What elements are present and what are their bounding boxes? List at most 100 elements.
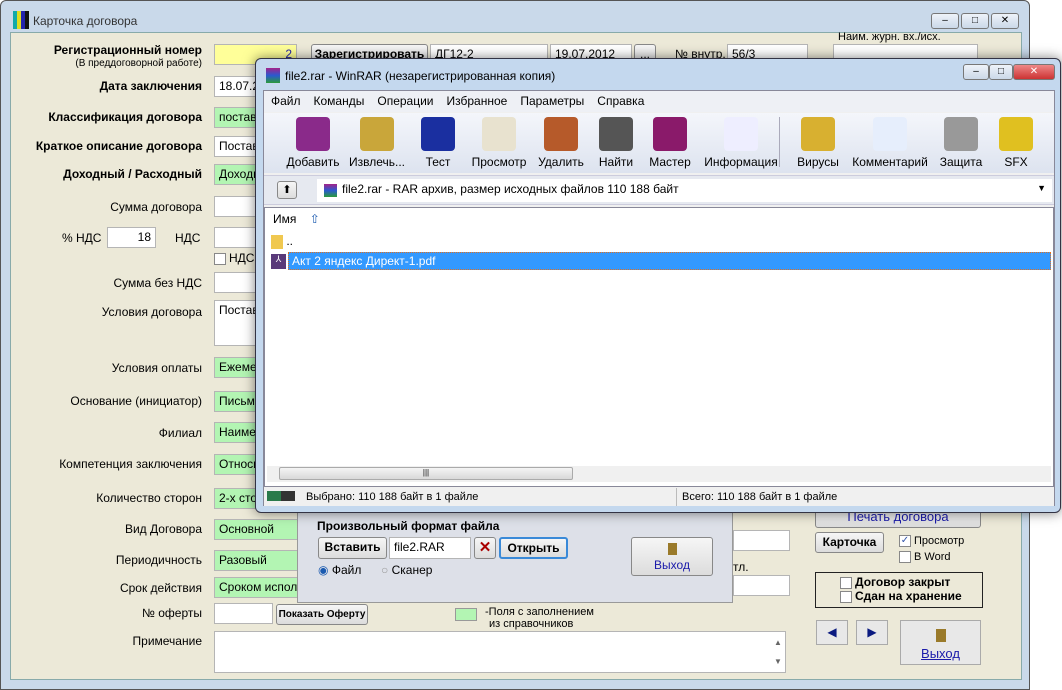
closed-checkbox-label: Договор закрыт: [855, 575, 951, 589]
winrar-minimize-button[interactable]: –: [963, 64, 989, 80]
dropdown-arrow-icon[interactable]: ▼: [1037, 183, 1046, 193]
parties-label: Количество сторон: [96, 491, 202, 505]
toolbar-icon: [724, 117, 758, 151]
toolbar-icon: [296, 117, 330, 151]
contract-type-label: Вид Договора: [124, 522, 202, 536]
next-record-button[interactable]: ▶: [856, 620, 888, 645]
up-folder-button[interactable]: ⬆: [277, 181, 297, 199]
sum-label: Сумма договора: [110, 200, 202, 214]
folder-icon: [271, 234, 283, 249]
door-icon: [667, 543, 677, 555]
vat-percent-field[interactable]: 18: [107, 227, 156, 248]
legend-swatch: [455, 608, 477, 621]
list-item-file[interactable]: ⅄ Акт 2 яндекс Директ-1.pdf: [271, 252, 1051, 270]
journal-label: Наим. журн. вх./исх.: [838, 31, 941, 43]
maximize-button[interactable]: □: [961, 13, 989, 29]
address-bar-area: ⬆ file2.rar - RAR архив, размер исходных…: [264, 175, 1054, 205]
contract-type-field[interactable]: Основной: [214, 519, 304, 540]
address-text: file2.rar - RAR архив, размер исходных ф…: [342, 182, 679, 196]
toolbar-label: Тест: [425, 155, 451, 169]
word-checkbox-label: В Word: [914, 551, 951, 563]
offer-field[interactable]: [214, 603, 273, 624]
view-checkbox[interactable]: ✓ Просмотр: [899, 535, 964, 548]
winrar-icon: [266, 68, 280, 83]
panel-exit-button[interactable]: Выход: [631, 537, 713, 576]
winrar-status-bar: Выбрано: 110 188 байт в 1 файле Всего: 1…: [264, 488, 1054, 506]
toolbar-button-11[interactable]: SFX: [971, 117, 1061, 169]
file-name: Акт 2 яндекс Директ-1.pdf: [288, 252, 1051, 270]
menu-file[interactable]: Файл: [271, 94, 301, 108]
radio-scanner-label: Сканер: [391, 563, 433, 577]
toolbar-icon: [873, 117, 907, 151]
competence-label: Компетенция заключения: [59, 457, 202, 471]
address-combo[interactable]: file2.rar - RAR архив, размер исходных ф…: [317, 179, 1052, 202]
panel-exit-label: Выход: [654, 558, 690, 572]
closed-checkbox[interactable]: Договор закрыт: [840, 575, 982, 589]
window-title: Карточка договора: [33, 14, 138, 28]
menu-options[interactable]: Параметры: [520, 94, 584, 108]
reg-number-label: Регистрационный номер: [53, 43, 202, 57]
insert-button[interactable]: Вставить: [318, 537, 387, 559]
description-label: Краткое описание договора: [35, 139, 202, 153]
menu-help[interactable]: Справка: [597, 94, 644, 108]
file-panel-title: Произвольный формат файла: [317, 519, 500, 533]
vat-label: НДС: [175, 231, 201, 245]
sum-no-vat-label: Сумма без НДС: [113, 276, 202, 290]
basis-label: Основание (инициатор): [70, 394, 202, 408]
menu-commands[interactable]: Команды: [314, 94, 365, 108]
legend-text: -Поля с заполнением: [485, 606, 594, 618]
validity-field[interactable]: Сроком исполнения: [214, 577, 304, 598]
list-item-parent[interactable]: ..: [271, 234, 293, 249]
radio-file-label: Файл: [331, 563, 362, 577]
menu-operations[interactable]: Операции: [377, 94, 433, 108]
extra-field-1[interactable]: [733, 530, 790, 551]
door-icon: [935, 629, 946, 642]
toolbar-label: Информация: [704, 155, 778, 169]
offer-label: № оферты: [142, 606, 202, 620]
open-button[interactable]: Открыть: [499, 537, 568, 559]
winrar-toolbar: Добавить Извлечь... Тест Просмотр Удалить Най…: [264, 113, 1054, 173]
radio-scanner[interactable]: ○ Сканер: [381, 563, 432, 577]
file-name-field[interactable]: file2.RAR: [389, 537, 471, 559]
clear-file-button[interactable]: ✕: [474, 537, 496, 559]
toolbar-icon: [999, 117, 1033, 151]
vat-percent-label: % НДС: [62, 231, 102, 245]
rar-archive-icon: [324, 184, 337, 197]
branch-label: Филиал: [158, 426, 202, 440]
reg-number-sublabel: (В преддоговорной работе): [75, 58, 202, 69]
income-expense-label: Доходный / Расходный: [63, 167, 202, 181]
winrar-title: file2.rar - WinRAR (незарегистрированная…: [285, 69, 556, 83]
vat-checkbox[interactable]: НДС: [214, 251, 254, 265]
horizontal-scrollbar[interactable]: |||: [267, 466, 1051, 482]
column-header-name[interactable]: Имя ⇧: [273, 212, 320, 226]
legend-text-2: из справочников: [489, 618, 574, 630]
winrar-close-button[interactable]: ✕: [1013, 64, 1055, 80]
stored-checkbox-label: Сдан на хранение: [855, 589, 962, 603]
prev-record-button[interactable]: ◀: [816, 620, 848, 645]
periodicity-field[interactable]: Разовый: [214, 550, 304, 571]
toolbar-label: Вирусы: [797, 155, 839, 169]
scrollbar-thumb[interactable]: |||: [279, 467, 573, 480]
menu-favorites[interactable]: Избранное: [447, 94, 508, 108]
radio-file[interactable]: ◉ Файл: [318, 563, 361, 577]
stored-checkbox[interactable]: Сдан на хранение: [840, 589, 982, 603]
payment-terms-label: Условия оплаты: [111, 361, 202, 375]
tl-label: тл.: [733, 560, 749, 574]
exit-label: Выход: [921, 646, 960, 661]
minimize-button[interactable]: –: [931, 13, 959, 29]
extra-field-2[interactable]: [733, 575, 790, 596]
toolbar-icon: [653, 117, 687, 151]
winrar-maximize-button[interactable]: □: [989, 64, 1013, 80]
close-button[interactable]: ✕: [991, 13, 1019, 29]
word-checkbox[interactable]: В Word: [899, 551, 951, 564]
card-button[interactable]: Карточка: [815, 532, 884, 553]
note-scrollbar[interactable]: ▲ ▼: [774, 633, 782, 671]
exit-button[interactable]: Выход: [900, 620, 981, 665]
app-icon: [13, 11, 29, 29]
classification-label: Классификация договора: [48, 110, 202, 124]
toolbar-icon: [482, 117, 516, 151]
note-field[interactable]: [214, 631, 786, 673]
show-offer-button[interactable]: Показать Оферту: [276, 604, 368, 625]
periodicity-label: Периодичность: [115, 553, 202, 567]
winrar-window: file2.rar - WinRAR (незарегистрированная…: [255, 58, 1061, 513]
